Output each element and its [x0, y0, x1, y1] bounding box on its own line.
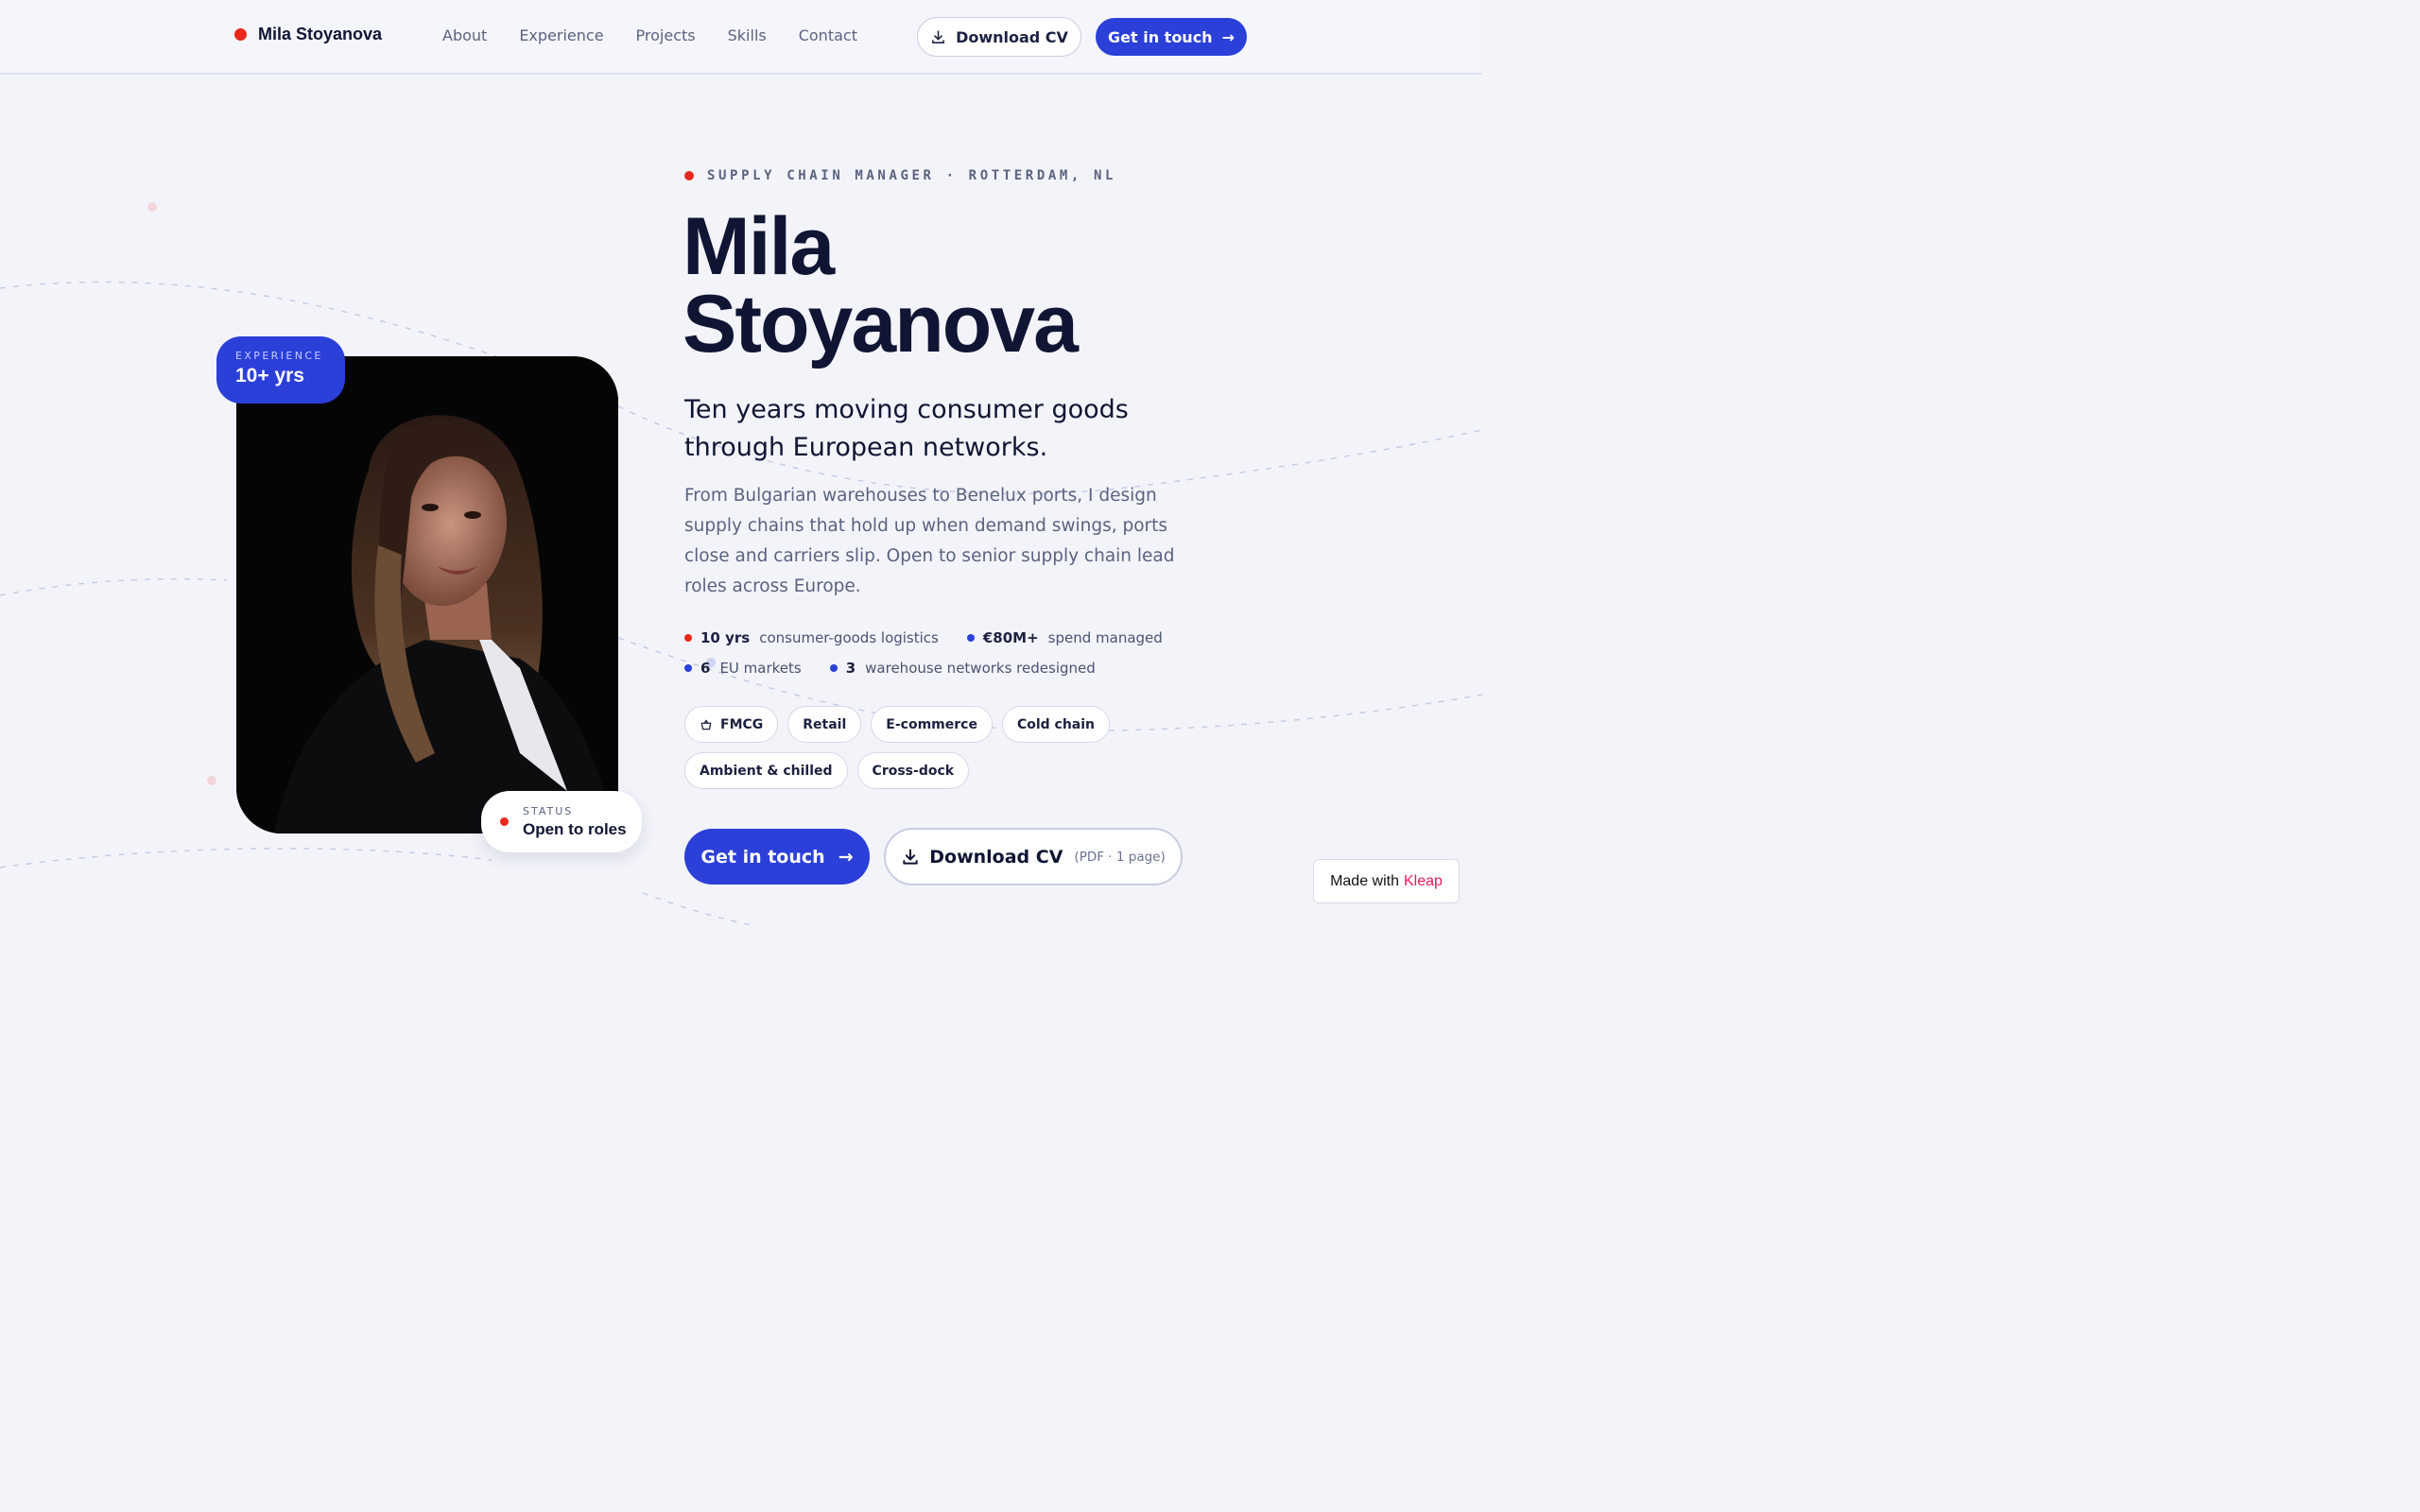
nav-download-cv-button[interactable]: Download CV: [917, 17, 1081, 57]
download-icon: [932, 29, 945, 43]
status-badge-value: Open to roles: [523, 819, 627, 838]
nav-download-cv-label: Download CV: [956, 27, 1068, 46]
hero-download-cv-button[interactable]: Download CV (PDF · 1 page): [884, 828, 1183, 885]
made-with-prefix: Made with: [1330, 872, 1399, 889]
stat-label: warehouse networks redesigned: [865, 660, 1096, 677]
nav-get-in-touch-label: Get in touch: [1108, 27, 1213, 46]
stat-item: €80M+ spend managed: [966, 629, 1163, 646]
top-nav: Mila Stoyanova About Experience Projects…: [0, 0, 1482, 75]
chip-retail[interactable]: Retail: [787, 706, 862, 743]
stat-dot-icon: [684, 664, 692, 672]
hero-get-in-touch-label: Get in touch: [700, 846, 825, 868]
stat-label: EU markets: [719, 660, 802, 677]
status-badge-label: STATUS: [523, 804, 574, 817]
made-with-kleap-badge[interactable]: Made with Kleap: [1313, 859, 1460, 903]
download-cv-meta: (PDF · 1 page): [1074, 849, 1166, 865]
industry-chips: FMCG Retail E-commerce Cold chain Ambien…: [684, 706, 1252, 789]
chip-label: Cross-dock: [872, 763, 955, 779]
stat-dot-icon: [966, 634, 975, 642]
portrait-illustration: [236, 356, 618, 833]
hero-bio: From Bulgarian warehouses to Benelux por…: [684, 486, 1175, 596]
stat-value: 3: [845, 660, 856, 677]
brand-name: Mila Stoyanova: [258, 25, 383, 43]
stat-label: spend managed: [1047, 629, 1163, 646]
nav-links: About Experience Projects Skills Contact: [442, 26, 857, 44]
stat-dot-icon: [684, 634, 692, 642]
stat-value: 10 yrs: [700, 629, 751, 646]
chip-label: Cold chain: [1016, 716, 1096, 732]
stat-item: 3 warehouse networks redesigned: [829, 660, 1096, 677]
hero-name-first: Mila: [683, 201, 835, 292]
hero-name-last: Stoyanova: [683, 279, 1079, 369]
brand-dot-icon: [234, 28, 247, 41]
chip-label: E-commerce: [886, 716, 977, 732]
hero-eyebrow: SUPPLY CHAIN MANAGER · ROTTERDAM, NL: [684, 168, 1116, 183]
eyebrow-dot-icon: [684, 171, 694, 180]
experience-badge-value: 10+ yrs: [235, 365, 304, 387]
hero-name: Mila Stoyanova: [683, 201, 1250, 369]
nav-link-about[interactable]: About: [442, 26, 487, 44]
chip-ambient-chilled[interactable]: Ambient & chilled: [684, 752, 848, 789]
arrow-right-icon: →: [838, 846, 854, 868]
chip-ecommerce[interactable]: E-commerce: [871, 706, 993, 743]
chip-label: FMCG: [720, 716, 764, 732]
chip-cold-chain[interactable]: Cold chain: [1001, 706, 1111, 743]
stat-item: 6 EU markets: [684, 660, 802, 677]
kleap-brand: Kleap: [1404, 872, 1443, 889]
hero-stats: 10 yrs consumer-goods logistics €80M+ sp…: [684, 629, 1163, 690]
stat-item: 10 yrs consumer-goods logistics: [684, 629, 939, 646]
nav-get-in-touch-button[interactable]: Get in touch →: [1096, 18, 1247, 56]
experience-badge-label: EXPERIENCE: [235, 350, 323, 362]
eyebrow-text: SUPPLY CHAIN MANAGER · ROTTERDAM, NL: [707, 168, 1117, 183]
hero-tagline: Ten years moving consumer goods through …: [684, 395, 1129, 462]
arrow-right-icon: →: [1221, 27, 1235, 46]
stat-dot-icon: [829, 664, 838, 672]
stat-value: 6: [700, 660, 711, 677]
status-badge: STATUS Open to roles: [481, 791, 642, 852]
hero-download-cv-label: Download CV: [929, 846, 1063, 868]
stat-value: €80M+: [982, 629, 1039, 646]
download-icon: [903, 849, 918, 865]
chip-label: Retail: [803, 716, 847, 732]
chip-cross-dock[interactable]: Cross-dock: [856, 752, 970, 789]
nav-link-contact[interactable]: Contact: [799, 26, 857, 44]
profile-photo: [236, 356, 618, 833]
nav-link-projects[interactable]: Projects: [636, 26, 696, 44]
status-dot-icon: [500, 817, 509, 826]
hero-get-in-touch-button[interactable]: Get in touch →: [684, 829, 870, 885]
chip-fmcg[interactable]: FMCG: [684, 706, 779, 743]
brand[interactable]: Mila Stoyanova: [234, 25, 382, 44]
experience-badge: EXPERIENCE 10+ yrs: [216, 336, 345, 404]
nav-link-experience[interactable]: Experience: [519, 26, 603, 44]
chip-label: Ambient & chilled: [700, 763, 833, 779]
nav-link-skills[interactable]: Skills: [728, 26, 767, 44]
stats-row: 10 yrs consumer-goods logistics €80M+ sp…: [684, 629, 1163, 646]
stat-label: consumer-goods logistics: [759, 629, 939, 646]
stats-row: 6 EU markets 3 warehouse networks redesi…: [684, 660, 1163, 677]
shopping-basket-icon: [700, 719, 712, 730]
